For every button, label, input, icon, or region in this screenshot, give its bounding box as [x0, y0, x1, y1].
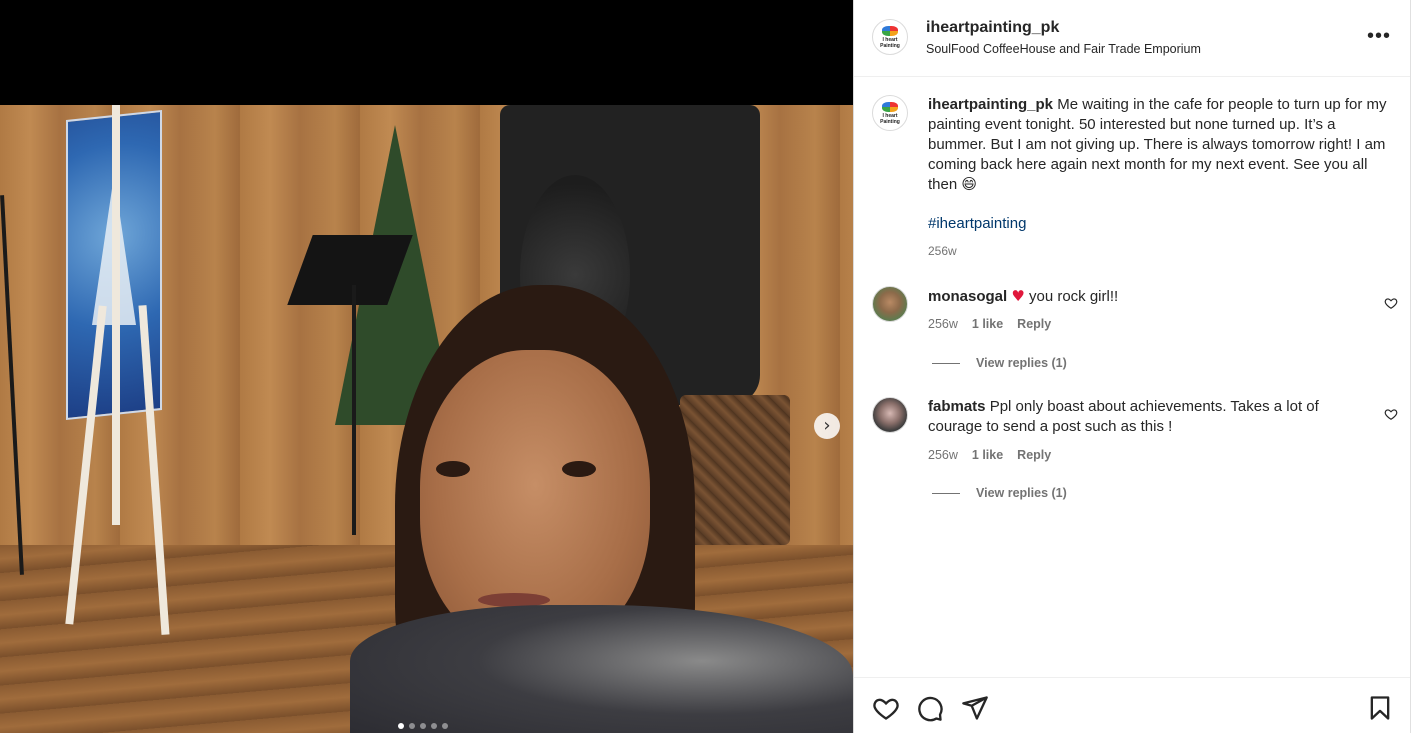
post-header: I heart Painting iheartpainting_pk SoulF…: [854, 0, 1410, 77]
photo-person-eye: [436, 461, 470, 477]
action-bar: [854, 677, 1410, 733]
photo-basket: [680, 395, 790, 545]
heart-icon[interactable]: [1384, 407, 1398, 421]
comment-icon[interactable]: [916, 694, 944, 722]
heart-icon[interactable]: [1384, 296, 1398, 310]
reply-button[interactable]: Reply: [1017, 448, 1051, 462]
comment-username[interactable]: fabmats: [928, 398, 986, 415]
carousel-dot: [420, 723, 426, 729]
comment-meta: 256w 1 like Reply: [928, 448, 1051, 462]
carousel-dots: [398, 723, 448, 729]
caption-avatar[interactable]: I heart Painting: [872, 95, 908, 131]
caption-text: iheartpainting_pk Me waiting in the cafe…: [928, 95, 1388, 195]
comment-likes[interactable]: 1 like: [972, 448, 1003, 462]
bookmark-icon[interactable]: [1366, 694, 1394, 722]
carousel-dot: [442, 723, 448, 729]
red-heart-emoji: ♥: [1011, 287, 1025, 305]
caption-hashtag[interactable]: #iheartpainting: [928, 215, 1026, 232]
commenter-avatar[interactable]: [872, 286, 908, 322]
carousel-dot: [431, 723, 437, 729]
view-replies-line: [932, 362, 960, 364]
comment-timestamp[interactable]: 256w: [928, 317, 958, 331]
chevron-right-icon[interactable]: ›: [814, 413, 840, 439]
logo-text: I heart Painting: [880, 37, 900, 49]
author-avatar[interactable]: I heart Painting: [872, 19, 908, 55]
comment-text: monasogal ♥ you rock girl!!: [928, 286, 1358, 307]
commenter-avatar[interactable]: [872, 397, 908, 433]
comment-timestamp[interactable]: 256w: [928, 448, 958, 462]
view-replies-line: [932, 492, 960, 494]
logo-text: I heart Painting: [880, 113, 900, 125]
post-location[interactable]: SoulFood CoffeeHouse and Fair Trade Empo…: [926, 42, 1201, 56]
photo-person-eye: [562, 461, 596, 477]
comment-text: fabmats Ppl only boast about achievement…: [928, 397, 1358, 437]
author-username[interactable]: iheartpainting_pk: [926, 19, 1059, 37]
comment-meta: 256w 1 like Reply: [928, 317, 1051, 331]
carousel-dot: [398, 723, 404, 729]
more-options-icon[interactable]: •••: [1367, 26, 1391, 46]
post-side-panel: I heart Painting iheartpainting_pk SoulF…: [853, 0, 1410, 733]
comment-likes[interactable]: 1 like: [972, 317, 1003, 331]
view-replies-label[interactable]: View replies (1): [976, 356, 1067, 370]
view-replies-button[interactable]: View replies (1): [932, 356, 1067, 370]
photo-easel-leg: [112, 105, 120, 525]
heart-icon[interactable]: [872, 694, 900, 722]
post-media: ›: [0, 0, 853, 733]
photo-person-jacket: [350, 605, 853, 733]
caption-username[interactable]: iheartpainting_pk: [928, 96, 1053, 113]
reply-button[interactable]: Reply: [1017, 317, 1051, 331]
view-replies-label[interactable]: View replies (1): [976, 486, 1067, 500]
caption-timestamp[interactable]: 256w: [928, 244, 957, 258]
comment-body: you rock girl!!: [1028, 288, 1119, 305]
photo-music-stand-pole: [352, 285, 356, 535]
post-photo[interactable]: [0, 105, 853, 733]
comment-username[interactable]: monasogal: [928, 288, 1007, 305]
logo-splash-icon: [882, 26, 898, 36]
carousel-dot: [409, 723, 415, 729]
comment-body: Ppl only boast about achievements. Takes…: [928, 398, 1319, 435]
send-icon[interactable]: [961, 694, 989, 722]
logo-splash-icon: [882, 102, 898, 112]
view-replies-button[interactable]: View replies (1): [932, 486, 1067, 500]
